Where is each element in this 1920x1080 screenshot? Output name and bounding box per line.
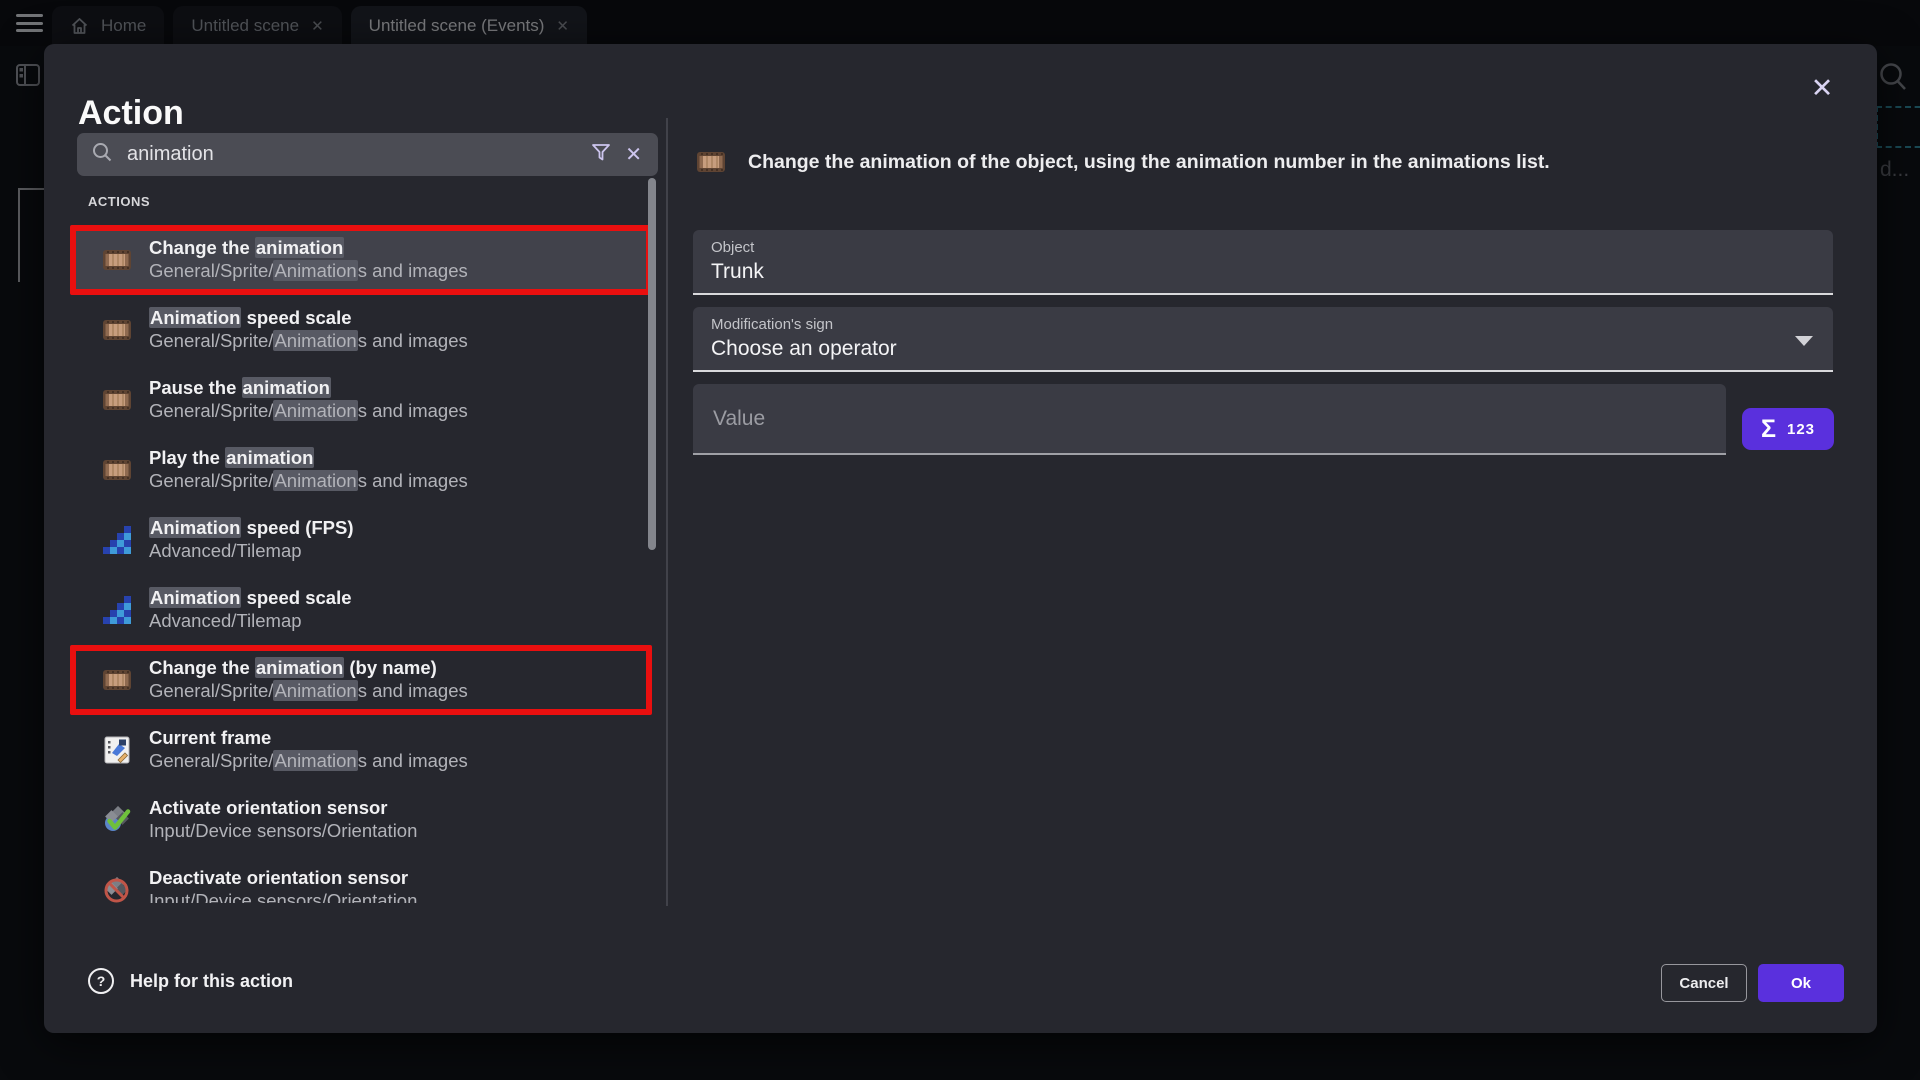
action-description-row: Change the animation of the object, usin… [696, 148, 1550, 176]
item-subtitle: Input/Device sensors/Orientation [149, 890, 417, 903]
sprite-animation-icon [696, 148, 726, 176]
expression-123-label: 123 [1787, 421, 1815, 438]
action-list-item[interactable]: Change the animationGeneral/Sprite/Anima… [70, 225, 652, 295]
sprite-animation-icon [102, 666, 132, 694]
item-text: Activate orientation sensorInput/Device … [149, 797, 417, 842]
sprite-animation-icon [102, 386, 132, 414]
action-list-item[interactable]: Animation speed scaleAdvanced/Tilemap [70, 575, 652, 645]
item-text: Deactivate orientation sensorInput/Devic… [149, 867, 417, 903]
action-list-item[interactable]: Current frameGeneral/Sprite/Animations a… [70, 715, 652, 785]
cancel-button[interactable]: Cancel [1661, 964, 1747, 1002]
item-text: Animation speed (FPS)Advanced/Tilemap [149, 517, 354, 562]
item-subtitle: Input/Device sensors/Orientation [149, 820, 417, 843]
object-field-label: Object [711, 239, 1815, 256]
item-subtitle: General/Sprite/Animations and images [149, 680, 468, 703]
app-window: HomeUntitled scene✕Untitled scene (Event… [0, 0, 1920, 1080]
action-list-item[interactable]: Deactivate orientation sensorInput/Devic… [70, 855, 652, 903]
help-link[interactable]: ? Help for this action [88, 968, 293, 994]
action-list-item[interactable]: Play the animationGeneral/Sprite/Animati… [70, 435, 652, 505]
search-icon [91, 141, 113, 168]
clear-search-icon[interactable]: ✕ [623, 142, 644, 167]
sprite-animation-icon [102, 246, 132, 274]
chevron-down-icon [1795, 336, 1813, 346]
operator-select[interactable]: Modification's sign Choose an operator [693, 307, 1833, 372]
operator-field-label: Modification's sign [711, 316, 1815, 333]
item-title: Deactivate orientation sensor [149, 867, 417, 890]
item-title: Play the animation [149, 447, 468, 470]
action-dialog: Action ✕ ✕ ACTIONS Change the animationG… [44, 44, 1877, 1033]
help-circle-icon: ? [88, 968, 114, 994]
tilemap-icon [102, 526, 132, 554]
item-title: Pause the animation [149, 377, 468, 400]
value-field[interactable] [693, 384, 1726, 455]
item-title: Animation speed scale [149, 307, 468, 330]
item-subtitle: General/Sprite/Animations and images [149, 260, 468, 283]
list-scrollbar[interactable] [648, 178, 656, 550]
filter-icon[interactable] [591, 143, 611, 167]
search-input[interactable] [125, 142, 579, 167]
object-field-value: Trunk [711, 260, 1815, 284]
item-title: Current frame [149, 727, 468, 750]
item-text: Change the animationGeneral/Sprite/Anima… [149, 237, 468, 282]
ok-button[interactable]: Ok [1758, 964, 1844, 1002]
sprite-frame-icon [102, 736, 132, 764]
item-text: Change the animation (by name)General/Sp… [149, 657, 468, 702]
search-box: ✕ [77, 133, 658, 176]
action-list-item[interactable]: Change the animation (by name)General/Sp… [70, 645, 652, 715]
item-title: Change the animation (by name) [149, 657, 468, 680]
item-text: Pause the animationGeneral/Sprite/Animat… [149, 377, 468, 422]
expression-builder-button[interactable]: Σ 123 [1742, 408, 1834, 450]
sigma-icon: Σ [1761, 415, 1776, 444]
sprite-animation-icon [102, 316, 132, 344]
item-subtitle: General/Sprite/Animations and images [149, 750, 468, 773]
item-subtitle: Advanced/Tilemap [149, 540, 354, 563]
panel-divider [666, 118, 668, 906]
item-subtitle: General/Sprite/Animations and images [149, 470, 468, 493]
item-text: Animation speed scaleAdvanced/Tilemap [149, 587, 352, 632]
dialog-title: Action [78, 94, 184, 133]
action-description: Change the animation of the object, usin… [748, 151, 1550, 174]
item-title: Animation speed scale [149, 587, 352, 610]
action-list-item[interactable]: Activate orientation sensorInput/Device … [70, 785, 652, 855]
item-text: Current frameGeneral/Sprite/Animations a… [149, 727, 468, 772]
close-icon[interactable]: ✕ [1804, 70, 1840, 106]
sprite-animation-icon [102, 456, 132, 484]
value-input[interactable] [711, 406, 1708, 432]
action-list-item[interactable]: Animation speed (FPS)Advanced/Tilemap [70, 505, 652, 575]
action-list-item[interactable]: Animation speed scaleGeneral/Sprite/Anim… [70, 295, 652, 365]
item-subtitle: General/Sprite/Animations and images [149, 400, 468, 423]
action-list-items: Change the animationGeneral/Sprite/Anima… [70, 225, 652, 903]
item-title: Animation speed (FPS) [149, 517, 354, 540]
tilemap-icon [102, 596, 132, 624]
sensor-activate-icon [102, 806, 132, 834]
item-text: Animation speed scaleGeneral/Sprite/Anim… [149, 307, 468, 352]
sensor-deactivate-icon [102, 876, 132, 903]
item-title: Activate orientation sensor [149, 797, 417, 820]
operator-field-value: Choose an operator [711, 337, 1815, 361]
action-list-item[interactable]: Pause the animationGeneral/Sprite/Animat… [70, 365, 652, 435]
item-subtitle: General/Sprite/Animations and images [149, 330, 468, 353]
item-title: Change the animation [149, 237, 468, 260]
item-text: Play the animationGeneral/Sprite/Animati… [149, 447, 468, 492]
help-label: Help for this action [130, 971, 293, 992]
actions-section-label: ACTIONS [88, 194, 150, 209]
item-subtitle: Advanced/Tilemap [149, 610, 352, 633]
object-field[interactable]: Object Trunk [693, 230, 1833, 295]
